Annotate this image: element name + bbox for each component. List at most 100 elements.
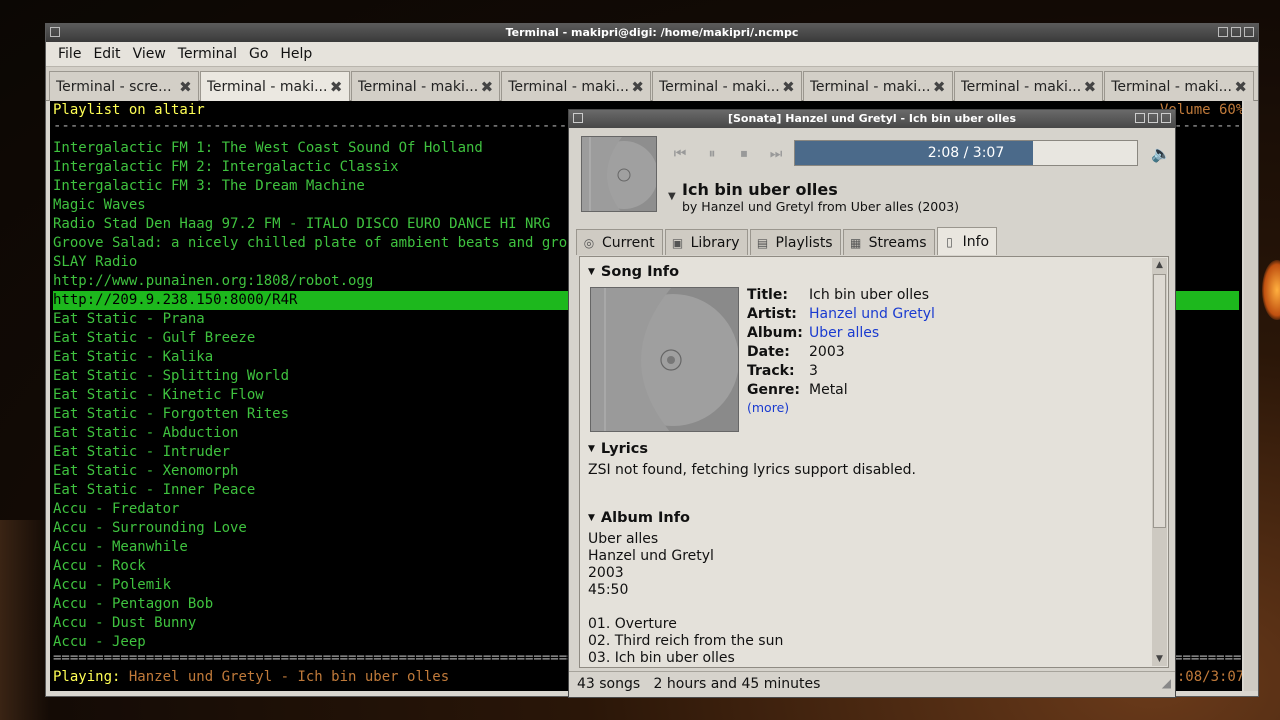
playlist-item[interactable]: Accu - Polemik xyxy=(53,576,171,595)
tab-library[interactable]: ▣ Library xyxy=(664,229,748,255)
terminal-tab[interactable]: Terminal - maki... ✖ xyxy=(1104,71,1254,101)
background-shade xyxy=(0,520,50,720)
tab-info[interactable]: ▯ Info xyxy=(936,227,998,255)
playlist-item[interactable]: Intergalactic FM 3: The Dream Machine xyxy=(53,177,365,196)
tab-label: Terminal - maki... xyxy=(206,78,328,95)
menu-view[interactable]: View xyxy=(127,46,172,62)
album-art-thumbnail[interactable] xyxy=(581,136,657,212)
sonata-titlebar[interactable]: [Sonata] Hanzel und Gretyl - Ich bin ube… xyxy=(569,110,1175,128)
terminal-tab[interactable]: Terminal - maki... ✖ xyxy=(953,71,1104,101)
close-tab-icon[interactable]: ✖ xyxy=(179,78,192,96)
album-track: 01. Overture xyxy=(588,616,677,632)
tab-streams[interactable]: ▦ Streams xyxy=(842,229,935,255)
progress-bar[interactable]: 2:08 / 3:07 xyxy=(794,140,1138,166)
menu-edit[interactable]: Edit xyxy=(87,46,126,62)
terminal-tab[interactable]: Terminal - scre... ✖ xyxy=(49,71,199,101)
window-menu-icon[interactable] xyxy=(50,27,60,37)
menu-go[interactable]: Go xyxy=(243,46,274,62)
minimize-icon[interactable] xyxy=(1135,113,1145,123)
field-value: Ich bin uber olles xyxy=(809,287,930,303)
playlist-item[interactable]: SLAY Radio xyxy=(53,253,137,272)
field-key: Album: xyxy=(747,325,803,341)
playlist-item[interactable]: Groove Salad: a nicely chilled plate of … xyxy=(53,234,601,253)
terminal-tab[interactable]: Terminal - maki... ✖ xyxy=(652,71,802,101)
song-info-header[interactable]: ▼ Song Info xyxy=(588,264,679,280)
terminal-titlebar[interactable]: Terminal - makipri@digi: /home/makipri/.… xyxy=(46,24,1258,42)
playlist-item[interactable]: Eat Static - Splitting World xyxy=(53,367,289,386)
close-tab-icon[interactable]: ✖ xyxy=(631,78,644,96)
tab-label: Terminal - maki... xyxy=(809,78,931,95)
resize-grip-icon[interactable]: ◢ xyxy=(1162,671,1171,695)
playlist-item[interactable]: Intergalactic FM 2: Intergalactic Classi… xyxy=(53,158,399,177)
maximize-icon[interactable] xyxy=(1148,113,1158,123)
close-tab-icon[interactable]: ✖ xyxy=(1234,78,1247,96)
playlist-item[interactable]: Accu - Surrounding Love xyxy=(53,519,247,538)
more-link[interactable]: (more) xyxy=(747,400,789,415)
playlist-item[interactable]: Accu - Rock xyxy=(53,557,146,576)
field-key: Date: xyxy=(747,344,790,360)
playlist-item[interactable]: Eat Static - Prana xyxy=(53,310,205,329)
terminal-tab[interactable]: Terminal - maki... ✖ xyxy=(350,71,501,101)
playlist-item[interactable]: Radio Stad Den Haag 97.2 FM - ITALO DISC… xyxy=(53,215,550,234)
close-tab-icon[interactable]: ✖ xyxy=(330,78,343,96)
tab-label: Terminal - maki... xyxy=(1111,78,1232,95)
close-icon[interactable] xyxy=(1161,113,1171,123)
stop-icon[interactable]: ⏹ xyxy=(733,143,755,165)
minimize-icon[interactable] xyxy=(1218,27,1228,37)
playlist-item[interactable]: Eat Static - Xenomorph xyxy=(53,462,238,481)
menu-help[interactable]: Help xyxy=(274,46,318,62)
playlist-item[interactable]: Accu - Fredator xyxy=(53,500,179,519)
info-scrollbar[interactable]: ▲ ▼ xyxy=(1152,258,1167,666)
pause-icon[interactable]: ⏸ xyxy=(701,143,723,165)
tab-playlists[interactable]: ▤ Playlists xyxy=(749,229,841,255)
album-art[interactable] xyxy=(590,287,739,432)
album-info-header[interactable]: ▼ Album Info xyxy=(588,510,690,526)
playlist-item[interactable]: Eat Static - Kinetic Flow xyxy=(53,386,264,405)
tab-current[interactable]: ◎ Current xyxy=(576,229,663,255)
menu-file[interactable]: File xyxy=(52,46,87,62)
window-menu-icon[interactable] xyxy=(573,113,583,123)
close-tab-icon[interactable]: ✖ xyxy=(1084,78,1097,96)
terminal-tab[interactable]: Terminal - maki... ✖ xyxy=(199,71,350,101)
playlist-item[interactable]: Accu - Dust Bunny xyxy=(53,614,196,633)
collapse-arrow-icon: ▼ xyxy=(588,267,595,277)
playlist-item[interactable]: Intergalactic FM 1: The West Coast Sound… xyxy=(53,139,483,158)
playlist-item[interactable]: Eat Static - Kalika xyxy=(53,348,213,367)
expand-arrow-icon[interactable]: ▼ xyxy=(668,191,676,202)
tab-label: Terminal - scre... xyxy=(56,78,172,95)
scroll-up-icon[interactable]: ▲ xyxy=(1152,258,1167,272)
playlist-item[interactable]: Eat Static - Intruder xyxy=(53,443,230,462)
lyrics-header[interactable]: ▼ Lyrics xyxy=(588,441,648,457)
close-tab-icon[interactable]: ✖ xyxy=(782,78,795,96)
playlist-item[interactable]: Eat Static - Abduction xyxy=(53,424,238,443)
playlist-item[interactable]: Eat Static - Forgotten Rites xyxy=(53,405,289,424)
playlist-item[interactable]: Accu - Meanwhile xyxy=(53,538,188,557)
info-field-artist: Artist: Hanzel und Gretyl xyxy=(747,306,935,322)
volume-icon[interactable]: 🔈 xyxy=(1151,144,1171,163)
collapse-arrow-icon: ▼ xyxy=(588,444,595,454)
previous-track-icon[interactable]: ⏮ xyxy=(669,143,691,165)
close-tab-icon[interactable]: ✖ xyxy=(481,78,494,96)
terminal-scrollbar[interactable] xyxy=(1244,101,1258,691)
playlist-item[interactable]: Eat Static - Inner Peace xyxy=(53,481,255,500)
playlist-item[interactable]: http://www.punainen.org:1808/robot.ogg xyxy=(53,272,373,291)
close-tab-icon[interactable]: ✖ xyxy=(933,78,946,96)
artist-link[interactable]: Hanzel und Gretyl xyxy=(809,306,935,322)
close-icon[interactable] xyxy=(1244,27,1254,37)
maximize-icon[interactable] xyxy=(1231,27,1241,37)
playlist-item[interactable]: Magic Waves xyxy=(53,196,146,215)
playlist-item[interactable]: Accu - Pentagon Bob xyxy=(53,595,213,614)
sonata-title: [Sonata] Hanzel und Gretyl - Ich bin ube… xyxy=(727,112,1017,125)
album-info-heading: Album Info xyxy=(600,510,690,526)
menu-terminal[interactable]: Terminal xyxy=(172,46,243,62)
scrollbar-thumb[interactable] xyxy=(1153,274,1166,528)
next-track-icon[interactable]: ⏭ xyxy=(765,143,787,165)
terminal-tab[interactable]: Terminal - maki... ✖ xyxy=(802,71,953,101)
scroll-down-icon[interactable]: ▼ xyxy=(1152,652,1167,666)
tab-label: Playlists xyxy=(775,234,833,251)
info-pane: ▼ Song Info Title: Ich bin uber olles Arti… xyxy=(579,256,1169,668)
playing-label: Playing: xyxy=(53,669,121,685)
terminal-tab[interactable]: Terminal - maki... ✖ xyxy=(501,71,651,101)
playlist-item[interactable]: Eat Static - Gulf Breeze xyxy=(53,329,255,348)
album-link[interactable]: Uber alles xyxy=(809,325,879,341)
